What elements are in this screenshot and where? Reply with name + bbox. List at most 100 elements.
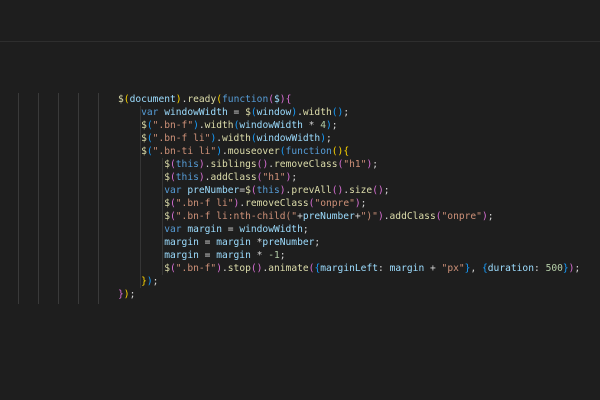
code-token: var	[164, 224, 188, 235]
code-block[interactable]: $(document).ready(function($){ var windo…	[118, 93, 580, 301]
code-token: ()	[331, 185, 344, 196]
code-token: "onpre"	[314, 198, 355, 209]
code-token: ;	[343, 107, 350, 118]
code-token: *	[250, 237, 263, 248]
indent-guide	[38, 93, 39, 304]
code-token: margin	[216, 237, 251, 248]
code-token: windowWidth	[239, 224, 303, 235]
code-token: marginLeft	[320, 263, 378, 274]
code-token: duration	[487, 263, 534, 274]
code-token: ;	[574, 263, 581, 274]
code-token: {	[285, 94, 292, 105]
code-token: margin	[216, 250, 251, 261]
code-token: ;	[326, 133, 332, 144]
code-token: preNumber	[187, 185, 240, 196]
code-token: ;	[302, 224, 309, 235]
code-line: $(".bn-f li").removeClass("onpre");	[118, 197, 580, 210]
top-divider	[0, 41, 600, 42]
code-token: "onpre"	[441, 211, 482, 222]
code-token: ".bn-f li"	[152, 133, 211, 144]
code-token: ")"	[360, 211, 378, 222]
code-token: width	[222, 133, 251, 144]
code-token: siblings	[210, 159, 257, 170]
code-token: this	[256, 185, 280, 196]
code-token: margin	[187, 224, 222, 235]
code-token: preNumber	[302, 211, 355, 222]
code-line: var windowWidth = $(window).width();	[118, 106, 580, 119]
code-line: margin = margin *preNumber;	[118, 236, 580, 249]
code-token: ".bn-ti li"	[152, 146, 217, 157]
code-line: $(".bn-ti li").mouseover(function(){	[118, 145, 580, 158]
indent-guide	[58, 93, 59, 304]
code-token: ;	[487, 211, 494, 222]
code-token: ;	[129, 289, 136, 300]
code-token: ".bn-f li"	[175, 198, 234, 209]
code-line: $(".bn-f").stop().animate({marginLeft: m…	[118, 262, 580, 275]
code-token: ".bn-f"	[175, 263, 217, 274]
code-token: addClass	[389, 211, 436, 222]
code-token: ;	[152, 276, 159, 287]
code-token: "px"	[441, 263, 465, 274]
code-token: width	[204, 120, 234, 131]
code-token: *	[302, 120, 321, 131]
code-token: =	[198, 250, 217, 261]
code-token: "h1"	[343, 159, 367, 170]
code-token: ()	[331, 107, 344, 118]
code-token: ".bn-f"	[152, 120, 194, 131]
code-token: function	[285, 146, 332, 157]
code-token: ()	[250, 263, 263, 274]
code-token: ;	[360, 198, 367, 209]
code-token: =	[227, 107, 246, 118]
code-token: document	[129, 94, 176, 105]
code-line: margin = margin * -1;	[118, 249, 580, 262]
code-token: windowWidth	[256, 133, 321, 144]
code-line: $(this).addClass("h1");	[118, 171, 580, 184]
code-token: ;	[314, 237, 321, 248]
code-token: var	[164, 185, 188, 196]
code-token: this	[175, 172, 199, 183]
code-token: margin	[389, 263, 425, 274]
code-line: var margin = windowWidth;	[118, 223, 580, 236]
code-token: this	[175, 159, 199, 170]
code-token: windowWidth	[239, 120, 303, 131]
code-token: ;	[372, 159, 379, 170]
code-token: function	[222, 94, 269, 105]
indent-guide	[98, 93, 99, 304]
code-line: $(".bn-f li:nth-child("+preNumber+")").a…	[118, 210, 580, 223]
code-token: ,	[470, 263, 482, 274]
code-line: var preNumber=$(this).prevAll().size();	[118, 184, 580, 197]
code-token: removeClass	[274, 159, 338, 170]
code-token: size	[349, 185, 373, 196]
code-token: :	[534, 263, 546, 274]
code-token: ()	[331, 146, 344, 157]
code-token: -1	[268, 250, 280, 261]
indent-guide	[78, 93, 79, 304]
code-token: ready	[187, 94, 217, 105]
code-token: "h1"	[262, 172, 286, 183]
code-line: $(this).siblings().removeClass("h1");	[118, 158, 580, 171]
code-token: :	[378, 263, 390, 274]
code-token: addClass	[210, 172, 257, 183]
indent-guide	[18, 93, 19, 304]
code-token: animate	[268, 263, 309, 274]
code-line: $(".bn-f li").width(windowWidth);	[118, 132, 580, 145]
code-token: ()	[256, 159, 269, 170]
code-line: });	[118, 288, 580, 301]
code-token: ;	[383, 185, 390, 196]
code-token: ;	[331, 120, 338, 131]
code-token: *	[250, 250, 269, 261]
code-token: window	[256, 107, 292, 118]
code-token: ()	[372, 185, 384, 196]
code-token: margin	[164, 250, 199, 261]
